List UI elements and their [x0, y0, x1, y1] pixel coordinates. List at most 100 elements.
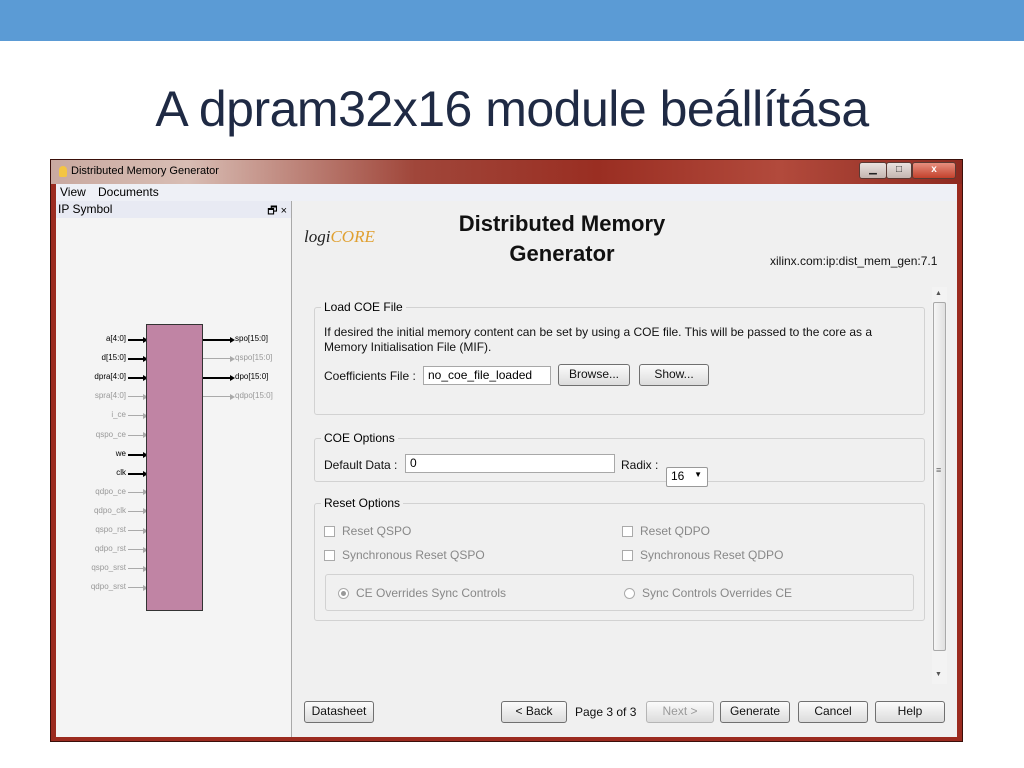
pin-label-right: qdpo[15:0] [235, 391, 273, 401]
cancel-button[interactable]: Cancel [798, 701, 868, 723]
scroll-up-icon[interactable]: ▲ [935, 290, 942, 297]
browse-button[interactable]: Browse... [558, 364, 630, 386]
sync-reset-qdpo-label: Synchronous Reset QDPO [640, 548, 784, 562]
next-button[interactable]: Next > [646, 701, 714, 723]
pin-label-left: qspo_srst [91, 563, 126, 573]
sync-overrides-label: Sync Controls Overrides CE [642, 586, 793, 600]
sync-overrides-radio[interactable] [624, 588, 635, 599]
show-button[interactable]: Show... [639, 364, 709, 386]
page-heading-line2: Generator [509, 241, 615, 266]
pin-label-left: d[15:0] [101, 353, 126, 363]
coe-options-title: COE Options [321, 431, 398, 445]
page-heading: Distributed Memory Generator [412, 209, 712, 269]
generate-button[interactable]: Generate [720, 701, 790, 723]
ce-overrides-label: CE Overrides Sync Controls [356, 586, 507, 600]
ip-symbol-header: IP Symbol 🗗 × [56, 201, 291, 218]
load-coe-desc-line2: Memory Initialisation File (MIF). [324, 340, 492, 354]
ip-identifier: xilinx.com:ip:dist_mem_gen:7.1 [770, 254, 938, 268]
pin-label-left: qdpo_rst [94, 544, 126, 554]
help-button[interactable]: Help [875, 701, 945, 723]
default-data-field[interactable]: 0 [405, 454, 615, 473]
reset-qdpo-checkbox[interactable] [622, 526, 633, 537]
pin-arrow-icon [203, 393, 235, 400]
pin-arrow-icon [128, 565, 148, 572]
logo-prefix: logi [304, 227, 331, 246]
reset-qspo-label: Reset QSPO [342, 524, 412, 538]
chevron-down-icon: ▼ [694, 470, 702, 479]
app-bulb-icon [59, 166, 67, 177]
load-coe-title: Load COE File [321, 300, 406, 314]
radix-select[interactable]: 16 ▼ [666, 467, 708, 487]
menu-documents[interactable]: Documents [98, 185, 159, 199]
window-client: View Documents IP Symbol 🗗 × a[4:0] d[15:… [56, 184, 957, 737]
ip-symbol-title: IP Symbol [58, 202, 113, 216]
pin-arrow-icon [128, 393, 148, 400]
pin-arrow-icon [203, 337, 235, 343]
page-heading-line1: Distributed Memory [458, 211, 666, 236]
pin-label-left: qspo_rst [95, 525, 126, 534]
pin-label-left: dpra[4:0] [94, 372, 126, 382]
slide-top-band [0, 0, 1024, 41]
pin-arrow-icon [203, 355, 235, 362]
reset-qdpo-label: Reset QDPO [640, 524, 711, 538]
radix-label: Radix : [621, 458, 659, 472]
pin-label-left: we [115, 448, 126, 458]
load-coe-desc-line1: If desired the initial memory content ca… [324, 325, 873, 339]
menu-view[interactable]: View [60, 185, 86, 199]
window-title: Distributed Memory Generator [71, 165, 219, 177]
pin-label-left: i_ce [111, 410, 126, 420]
pin-arrow-icon [128, 489, 148, 496]
scroll-down-icon[interactable]: ▼ [935, 671, 942, 678]
reset-options-title: Reset Options [321, 496, 404, 510]
pin-label-right: dpo[15:0] [235, 372, 269, 382]
ce-overrides-radio[interactable] [338, 588, 349, 599]
pin-arrow-icon [128, 432, 148, 438]
pin-arrow-icon [128, 375, 148, 382]
maximize-button[interactable]: □ [886, 162, 912, 179]
pin-label-right: qspo[15:0] [235, 353, 273, 363]
sync-reset-qdpo-checkbox[interactable] [622, 550, 633, 561]
pin-arrow-icon [128, 546, 148, 553]
pin-label-left: qdpo_srst [90, 582, 126, 592]
pin-label-left: qdpo_ce [95, 486, 126, 496]
pin-arrow-icon [128, 337, 148, 343]
scroll-grip-icon: ≡ [936, 465, 942, 475]
pin-label-right: spo[15:0] [235, 334, 268, 343]
pin-label-left: a[4:0] [105, 334, 126, 343]
minimize-button[interactable]: ▁ [859, 162, 887, 179]
pin-arrow-icon [128, 527, 148, 534]
vertical-scrollbar[interactable]: ▲ ≡ ▼ [932, 287, 947, 684]
pin-arrow-icon [128, 412, 148, 419]
coefficients-file-field[interactable]: no_coe_file_loaded [423, 366, 551, 385]
pin-label-left: spra[4:0] [94, 391, 126, 401]
logicore-logo: logiCORE [304, 227, 375, 247]
sync-reset-qspo-checkbox[interactable] [324, 550, 335, 561]
panel-float-close-icon[interactable]: 🗗 × [267, 202, 287, 221]
ip-symbol-block [146, 324, 203, 611]
pin-arrow-icon [128, 356, 148, 363]
menu-bar: View Documents [56, 184, 957, 202]
window-titlebar[interactable]: Distributed Memory Generator ▁ □ x [51, 160, 962, 184]
pin-arrow-icon [128, 508, 148, 515]
close-button[interactable]: x [912, 162, 956, 179]
datasheet-button[interactable]: Datasheet [304, 701, 374, 723]
app-window: Distributed Memory Generator ▁ □ x View … [50, 159, 963, 742]
back-button[interactable]: < Back [501, 701, 567, 723]
sync-reset-qspo-label: Synchronous Reset QSPO [342, 548, 485, 562]
pin-label-left: qspo_ce [95, 429, 126, 439]
pin-arrow-icon [128, 470, 148, 477]
pin-arrow-icon [203, 375, 235, 382]
reset-qspo-checkbox[interactable] [324, 526, 335, 537]
slide-title: A dpram32x16 module beállítása [155, 81, 869, 137]
sync-priority-box: CE Overrides Sync Controls Sync Controls… [325, 574, 914, 611]
logo-core: CORE [330, 227, 375, 246]
coefficients-file-label: Coefficients File : [324, 369, 416, 383]
default-data-label: Default Data : [324, 458, 398, 472]
ip-symbol-panel: IP Symbol 🗗 × a[4:0] d[15:0] dpra[4:0] spra… [56, 201, 292, 737]
scroll-thumb[interactable]: ≡ [933, 302, 946, 651]
coe-options-group: COE Options Default Data : 0 Radix : [314, 431, 925, 482]
pin-arrow-icon [128, 584, 148, 591]
page-indicator: Page 3 of 3 [575, 705, 637, 719]
pin-arrow-icon [128, 451, 148, 458]
config-main-area: logiCORE Distributed Memory Generator xi… [292, 201, 957, 737]
